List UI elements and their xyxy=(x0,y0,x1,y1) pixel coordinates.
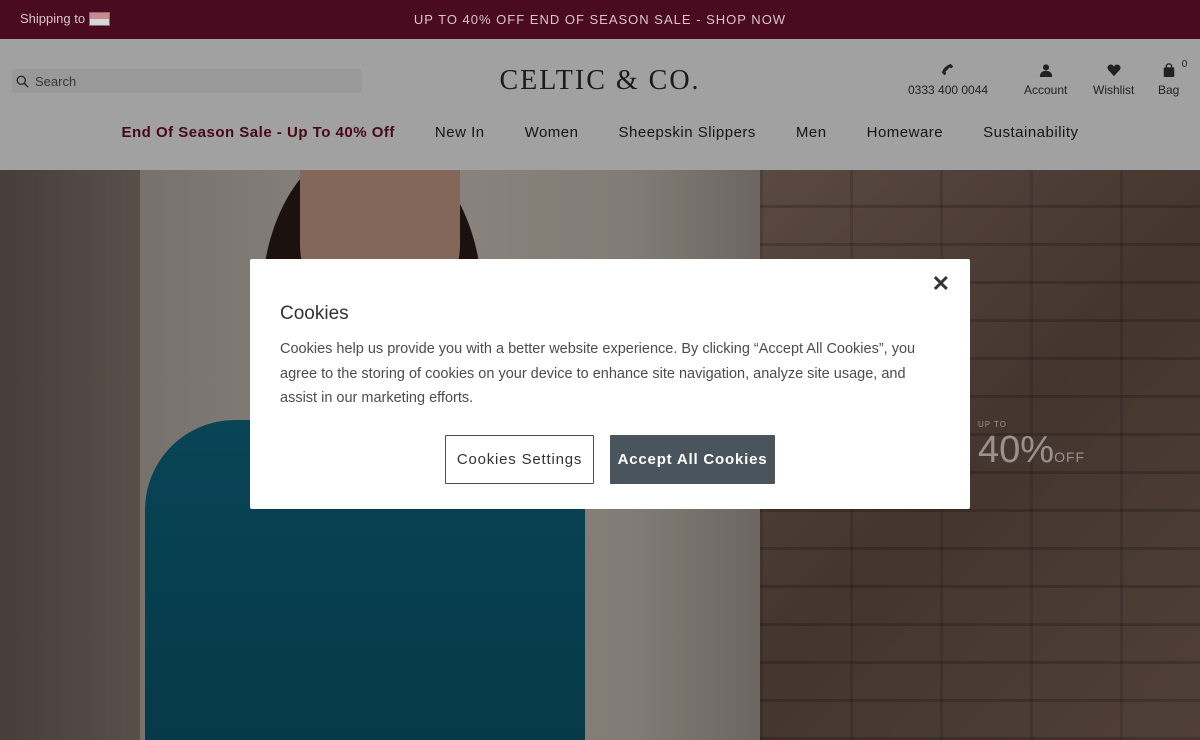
cookie-dialog-title: Cookies xyxy=(280,303,349,324)
cookie-dialog-description: Cookies help us provide you with a bette… xyxy=(280,341,916,406)
cookie-dialog-actions: Cookies Settings Accept All Cookies xyxy=(250,435,970,484)
promo-message[interactable]: UP TO 40% OFF END OF SEASON SALE - SHOP … xyxy=(0,12,1200,27)
close-icon[interactable]: ✕ xyxy=(932,273,950,295)
accept-all-cookies-button[interactable]: Accept All Cookies xyxy=(610,435,775,484)
cookie-dialog: ✕ Cookies Cookies help us provide you wi… xyxy=(250,259,970,509)
cookies-settings-button[interactable]: Cookies Settings xyxy=(445,435,594,484)
promo-bar: Shipping to UP TO 40% OFF END OF SEASON … xyxy=(0,0,1200,39)
